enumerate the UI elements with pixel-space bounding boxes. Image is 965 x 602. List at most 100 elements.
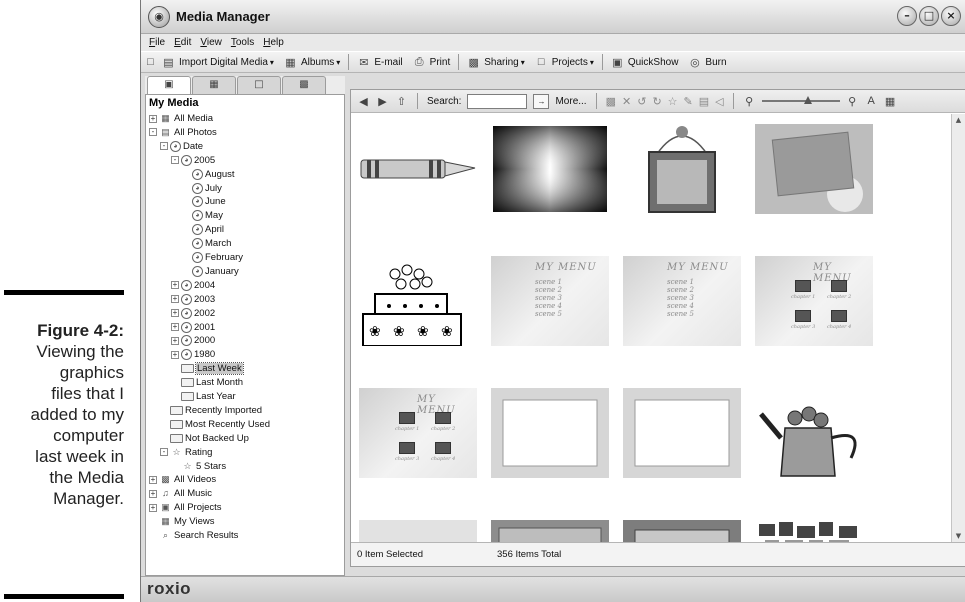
title-bar[interactable]: ◉ Media Manager – □ ×: [141, 0, 965, 34]
view-toggle-icon[interactable]: □: [144, 56, 157, 68]
tree-item-2000[interactable]: + ◕ 2000: [171, 334, 215, 347]
star-icon[interactable]: ☆: [668, 95, 678, 108]
tab-media[interactable]: ▣: [147, 76, 191, 94]
expand-icon[interactable]: +: [149, 503, 157, 512]
menu-edit[interactable]: Edit: [174, 34, 191, 51]
monitor-icon[interactable]: ▩: [606, 95, 616, 108]
tree-item-recently-imported[interactable]: Recently Imported: [160, 404, 262, 417]
dropdown-arrow-icon[interactable]: ▾: [521, 58, 525, 67]
thumbnail-menu-template-1[interactable]: MY MENU scene 1 scene 2 scene 3 scene 4 scene…: [491, 256, 609, 346]
expand-icon[interactable]: +: [149, 489, 157, 498]
tab-devices[interactable]: ▩: [282, 76, 326, 94]
thumbnail-cd-disc[interactable]: [359, 520, 477, 543]
tree-item-my-views[interactable]: ▦ My Views: [149, 515, 214, 528]
thumbnail-mosaic[interactable]: [755, 520, 873, 543]
thumbnail-blank-frame-2[interactable]: [623, 388, 741, 482]
thumbnail-orange-frame[interactable]: [491, 520, 609, 543]
back-arrow-icon[interactable]: ◀: [357, 95, 370, 108]
menu-file[interactable]: File: [149, 34, 165, 51]
expand-icon[interactable]: +: [149, 475, 157, 484]
edit-icon[interactable]: ✎: [684, 95, 693, 108]
scroll-up-arrow[interactable]: ▲: [954, 116, 963, 125]
maximize-button[interactable]: □: [919, 6, 939, 26]
tree-item-january[interactable]: ◕ January: [182, 265, 239, 278]
tree-item-date[interactable]: - ◕ Date: [160, 140, 203, 153]
tree-item-last-month[interactable]: Last Month: [171, 376, 243, 389]
zoom-out-icon[interactable]: ⚲: [743, 95, 756, 108]
toolbar-burn-button[interactable]: ◎ Burn: [683, 56, 731, 69]
collapse-icon[interactable]: -: [160, 448, 168, 457]
thumbnail-cake[interactable]: ❀ ❀ ❀ ❀: [359, 256, 477, 350]
toolbar-e-mail-button[interactable]: ✉ E-mail: [352, 56, 407, 69]
vertical-scrollbar[interactable]: ▲ ▼: [951, 114, 965, 543]
tree-item-may[interactable]: ◕ May: [182, 209, 223, 222]
close-button[interactable]: ×: [941, 6, 961, 26]
expand-icon[interactable]: +: [171, 350, 179, 359]
tree-item-search-results[interactable]: ⌕ Search Results: [149, 529, 238, 542]
minimize-button[interactable]: –: [897, 6, 917, 26]
tree-item-1980[interactable]: + ◕ 1980: [171, 348, 215, 361]
tree-item-2005[interactable]: - ◕ 2005: [171, 154, 215, 167]
expand-icon[interactable]: +: [171, 336, 179, 345]
toolbar-quickshow-button[interactable]: ▣ QuickShow: [606, 56, 684, 69]
tree-item-march[interactable]: ◕ March: [182, 237, 231, 250]
thumbnail-menu-template-3[interactable]: MY MENU chapter 1 chapter 2 chapter 3 chapte…: [755, 256, 873, 346]
tree-item-rating[interactable]: - ☆ Rating: [160, 446, 212, 459]
dropdown-arrow-icon[interactable]: ▾: [270, 58, 274, 67]
tree-item-not-backed-up[interactable]: Not Backed Up: [160, 432, 249, 445]
thumbnail-menu-template-4[interactable]: MY MENU chapter 1 chapter 2 chapter 3 chapte…: [359, 388, 477, 478]
more-button[interactable]: More...: [555, 96, 586, 107]
tree-item-august[interactable]: ◕ August: [182, 168, 235, 181]
dropdown-arrow-icon[interactable]: ▾: [590, 58, 594, 67]
expand-icon[interactable]: +: [171, 295, 179, 304]
tree-item-2001[interactable]: + ◕ 2001: [171, 321, 215, 334]
thumbnail-blank-frame-1[interactable]: [491, 388, 609, 482]
expand-icon[interactable]: +: [149, 114, 157, 123]
thumbnail-photo-frame[interactable]: [623, 520, 741, 543]
expand-icon[interactable]: +: [171, 281, 179, 290]
menu-help[interactable]: Help: [263, 34, 284, 51]
tree-item-last-year[interactable]: Last Year: [171, 390, 236, 403]
tree-item-last-week[interactable]: Last Week: [171, 362, 244, 376]
tree-item-february[interactable]: ◕ February: [182, 251, 243, 264]
collapse-icon[interactable]: -: [149, 128, 157, 137]
tree-item-june[interactable]: ◕ June: [182, 195, 226, 208]
zoom-slider-thumb[interactable]: [804, 96, 813, 104]
toolbar-projects-button[interactable]: □ Projects ▾: [530, 56, 599, 68]
tree-item-all-videos[interactable]: + ▩ All Videos: [149, 473, 216, 486]
menu-view[interactable]: View: [200, 34, 222, 51]
rotate-left-icon[interactable]: ↺: [637, 95, 646, 108]
thumbnail-hanging-frame[interactable]: [623, 124, 741, 218]
tree-item-april[interactable]: ◕ April: [182, 223, 224, 236]
thumbnail-menu-template-2[interactable]: MY MENU scene 1 scene 2 scene 3 scene 4 scene…: [623, 256, 741, 346]
thumbnail-crayon[interactable]: [359, 124, 477, 218]
rotate-right-icon[interactable]: ↻: [652, 95, 661, 108]
tree-item-2002[interactable]: + ◕ 2002: [171, 307, 215, 320]
speaker-icon[interactable]: ◁: [715, 95, 723, 108]
zoom-in-icon[interactable]: ⚲: [846, 95, 859, 108]
toolbar-import-digital-media-button[interactable]: ▤ Import Digital Media ▾: [157, 56, 279, 69]
details-icon[interactable]: ▤: [699, 95, 709, 108]
tree-item-july[interactable]: ◕ July: [182, 182, 222, 195]
tree-item-most-recently-used[interactable]: Most Recently Used: [160, 418, 270, 431]
tree-item-all-photos[interactable]: - ▤ All Photos: [149, 126, 217, 139]
search-go-button[interactable]: →: [533, 93, 550, 109]
zoom-slider[interactable]: [761, 96, 840, 104]
forward-arrow-icon[interactable]: ▶: [376, 95, 389, 108]
font-icon[interactable]: A: [865, 95, 878, 107]
thumbnail-watering-can[interactable]: [755, 388, 873, 482]
tree-item-all-music[interactable]: + ♫ All Music: [149, 487, 212, 500]
toolbar-sharing-button[interactable]: ▩ Sharing ▾: [462, 56, 529, 69]
tree-item-2004[interactable]: + ◕ 2004: [171, 279, 215, 292]
menu-tools[interactable]: Tools: [231, 34, 254, 51]
delete-icon[interactable]: ✕: [622, 95, 631, 108]
thumbnail-gradient-burst[interactable]: [491, 124, 609, 218]
up-folder-icon[interactable]: ⇧: [395, 95, 408, 108]
tree-item-5-stars[interactable]: ☆ 5 Stars: [171, 460, 226, 473]
expand-icon[interactable]: +: [171, 309, 179, 318]
thumbnail-daisy-photo-frame[interactable]: [755, 124, 873, 218]
tab-albums[interactable]: ▦: [192, 76, 236, 94]
dropdown-arrow-icon[interactable]: ▾: [336, 58, 340, 67]
collapse-icon[interactable]: -: [171, 156, 179, 165]
toolbar-albums-button[interactable]: ▦ Albums ▾: [279, 56, 345, 69]
